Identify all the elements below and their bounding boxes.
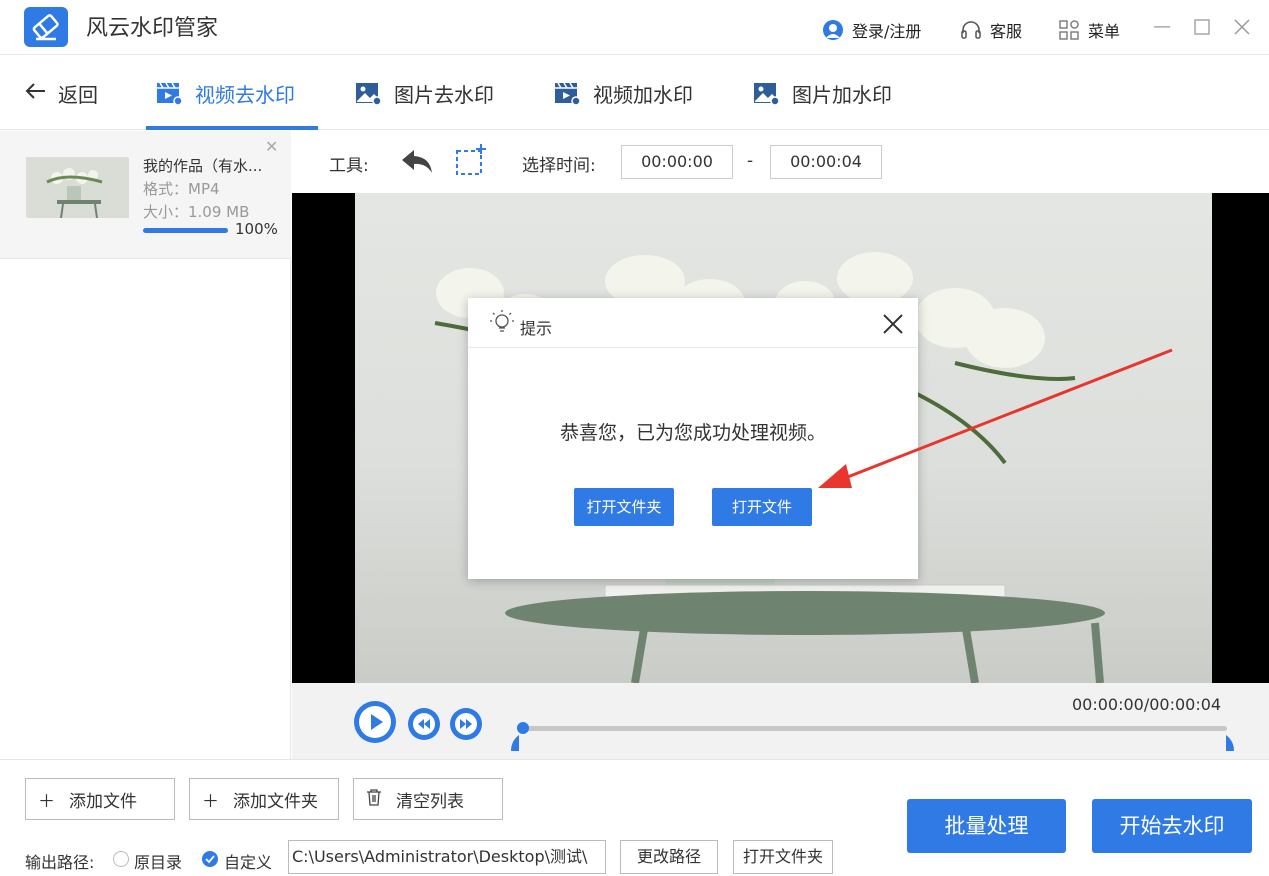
- file-name: 我的作品（有水...: [143, 157, 263, 175]
- add-file-button[interactable]: ＋ 添加文件: [25, 778, 175, 820]
- image-icon: [354, 80, 382, 106]
- tab-label: 图片加水印: [792, 82, 892, 107]
- video-thumbnail: [26, 157, 129, 219]
- range-end-handle[interactable]: [1226, 735, 1236, 755]
- login-button[interactable]: 登录/注册: [822, 18, 921, 42]
- timeline-playhead[interactable]: [517, 722, 529, 734]
- dialog-title: 提示: [520, 319, 553, 338]
- playback-time: 00:00:00/00:00:04: [1072, 695, 1222, 714]
- progress-percent: 100%: [235, 220, 278, 238]
- radio-original-dir[interactable]: [113, 851, 129, 867]
- file-size: 大小：1.09 MB: [143, 203, 250, 221]
- radio-original-label: 原目录: [134, 853, 183, 872]
- start-time-input[interactable]: 00:00:00: [621, 145, 733, 179]
- play-icon[interactable]: [354, 701, 396, 743]
- file-list-panel: 我的作品（有水... 格式：MP4 大小：1.09 MB 100% ✕: [0, 131, 291, 759]
- add-folder-button[interactable]: ＋ 添加文件夹: [189, 778, 339, 820]
- end-time-input[interactable]: 00:00:04: [770, 145, 882, 179]
- edit-toolbar: 工具: 选择时间: 00:00:00 - 00:00:04: [292, 131, 1269, 193]
- open-folder-button[interactable]: 打开文件夹: [733, 840, 833, 874]
- clear-list-label: 清空列表: [396, 791, 464, 812]
- user-icon: [822, 19, 844, 41]
- video-icon: [155, 80, 183, 106]
- radio-custom-checked-icon[interactable]: [202, 851, 218, 871]
- image-icon: [752, 80, 780, 106]
- tools-label: 工具:: [329, 156, 369, 176]
- undo-icon[interactable]: [400, 146, 434, 180]
- active-tab-indicator: [146, 126, 318, 130]
- change-path-button[interactable]: 更改路径: [620, 840, 718, 874]
- service-button[interactable]: 客服: [960, 18, 1022, 42]
- select-time-label: 选择时间:: [522, 156, 596, 176]
- fast-forward-icon[interactable]: [450, 708, 482, 740]
- select-area-icon[interactable]: [454, 143, 488, 181]
- tab-label: 视频去水印: [195, 82, 295, 107]
- menu-label: 菜单: [1088, 22, 1121, 41]
- add-file-label: 添加文件: [69, 791, 137, 812]
- app-logo-icon: [24, 7, 68, 47]
- tab-label: 图片去水印: [394, 82, 494, 107]
- time-separator: -: [747, 151, 754, 171]
- radio-custom-label: 自定义: [224, 853, 273, 872]
- tab-image-remove-watermark[interactable]: 图片去水印: [354, 56, 494, 130]
- headset-icon: [960, 19, 982, 41]
- output-path-label: 输出路径:: [25, 853, 95, 872]
- progress-bar: [143, 228, 228, 233]
- grid-menu-icon: [1058, 19, 1080, 41]
- range-start-handle[interactable]: [509, 735, 519, 755]
- rewind-icon[interactable]: [408, 708, 440, 740]
- lightbulb-icon: [488, 308, 516, 340]
- dialog-close-icon[interactable]: [882, 308, 904, 342]
- start-remove-watermark-button[interactable]: 开始去水印: [1092, 799, 1252, 853]
- arrow-left-icon: [24, 81, 46, 106]
- file-format: 格式：MP4: [143, 180, 220, 198]
- tab-label: 视频加水印: [593, 82, 693, 107]
- app-title: 风云水印管家: [86, 16, 219, 41]
- timeline-track[interactable]: [521, 726, 1227, 731]
- maximize-icon[interactable]: [1191, 16, 1213, 38]
- bottom-bar: ＋ 添加文件 ＋ 添加文件夹 清空列表 输出路径: 原目录 自定义 C:\Use…: [0, 759, 1269, 876]
- batch-process-button[interactable]: 批量处理: [907, 799, 1066, 853]
- title-bar: 风云水印管家 登录/注册 客服 菜单 —: [0, 0, 1269, 55]
- tab-video-add-watermark[interactable]: 视频加水印: [553, 56, 693, 130]
- annotation-arrow: [818, 348, 1173, 488]
- plus-icon: ＋: [38, 791, 55, 812]
- service-label: 客服: [990, 22, 1023, 41]
- clear-list-button[interactable]: 清空列表: [353, 778, 503, 820]
- dialog-open-file-button[interactable]: 打开文件: [712, 488, 812, 526]
- player-controls: 00:00:00/00:00:04: [292, 683, 1269, 759]
- minimize-icon[interactable]: —: [1151, 16, 1173, 38]
- remove-file-icon[interactable]: ✕: [265, 137, 278, 156]
- plus-icon: ＋: [202, 791, 219, 812]
- tab-video-remove-watermark[interactable]: 视频去水印: [155, 56, 295, 130]
- back-label: 返回: [58, 82, 98, 107]
- output-path-input[interactable]: C:\Users\Administrator\Desktop\测试\: [288, 840, 606, 874]
- add-folder-label: 添加文件夹: [233, 791, 318, 812]
- login-label: 登录/注册: [852, 22, 922, 41]
- menu-button[interactable]: 菜单: [1058, 18, 1120, 42]
- back-button[interactable]: 返回: [24, 56, 98, 130]
- dialog-open-folder-button[interactable]: 打开文件夹: [574, 488, 674, 526]
- tab-image-add-watermark[interactable]: 图片加水印: [752, 56, 892, 130]
- video-icon: [553, 80, 581, 106]
- file-list-item[interactable]: 我的作品（有水... 格式：MP4 大小：1.09 MB 100% ✕: [0, 131, 291, 259]
- close-window-icon[interactable]: [1231, 16, 1253, 38]
- nav-bar: 返回 视频去水印 图片去水印 视频加水印 图片加水印: [0, 56, 1269, 130]
- trash-icon: [366, 788, 382, 811]
